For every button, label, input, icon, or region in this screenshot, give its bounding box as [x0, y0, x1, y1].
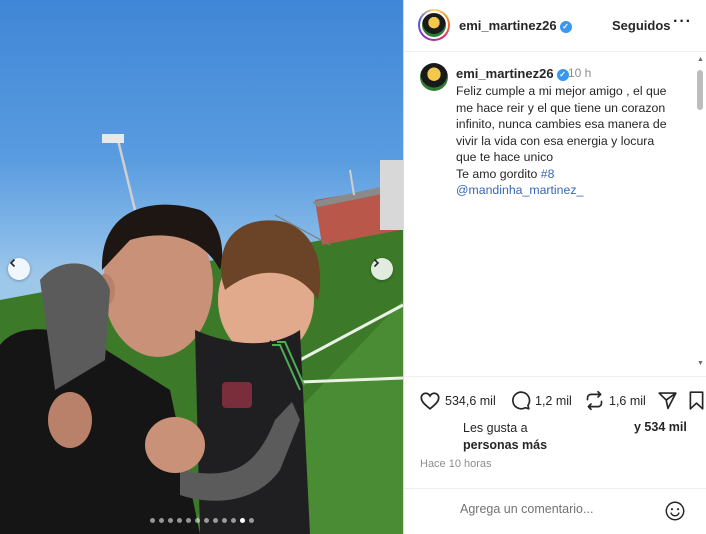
carousel-prev-button[interactable]	[8, 258, 30, 280]
more-options-button[interactable]: ···	[673, 13, 692, 31]
like-count[interactable]: 534,6 mil	[445, 394, 496, 408]
chevron-left-icon	[9, 258, 16, 268]
post-header: emi_martinez26 ✓ Seguidos ···	[404, 0, 706, 52]
carousel-dot[interactable]	[194, 518, 200, 523]
like-button[interactable]: 534,6 mil	[419, 390, 496, 412]
emoji-button[interactable]	[664, 500, 686, 527]
post-side-panel: emi_martinez26 ✓ Seguidos ··· emi_martine…	[403, 0, 706, 534]
carousel-indicator	[0, 518, 403, 523]
caption-scrollbar[interactable]: ▲ ▼	[697, 56, 704, 368]
chevron-right-icon	[373, 258, 380, 268]
scroll-up-icon[interactable]: ▲	[697, 56, 704, 63]
comment-icon	[512, 391, 531, 410]
save-button[interactable]	[687, 390, 706, 411]
repost-icon	[586, 390, 603, 411]
comment-input[interactable]	[460, 502, 650, 516]
caption-avatar[interactable]	[420, 63, 448, 91]
carousel-dot[interactable]	[230, 518, 236, 523]
carousel-dot[interactable]	[176, 518, 182, 523]
author-username-header[interactable]: emi_martinez26 ✓	[459, 18, 572, 33]
carousel-dot[interactable]	[167, 518, 173, 523]
liked-by-count[interactable]: y 534 mil	[634, 420, 687, 434]
comment-count[interactable]: 1,2 mil	[535, 394, 572, 408]
avatar[interactable]	[418, 9, 450, 41]
carousel-dot[interactable]	[149, 518, 155, 523]
caption-line: Feliz cumple a mi mejor amigo , el que	[456, 84, 667, 98]
caption-text: Feliz cumple a mi mejor amigo , el que me…	[456, 83, 684, 199]
caption-username[interactable]: emi_martinez26 ✓	[456, 66, 569, 81]
carousel-dot[interactable]	[158, 518, 164, 523]
carousel-dot[interactable]	[212, 518, 218, 523]
carousel-dot[interactable]	[185, 518, 191, 523]
photo-illustration	[0, 134, 403, 534]
send-icon	[658, 392, 677, 410]
caption-section: emi_martinez26 ✓ 10 h Feliz cumple a mi m…	[404, 53, 706, 375]
username-text[interactable]: emi_martinez26	[459, 18, 557, 33]
scroll-down-icon[interactable]: ▼	[697, 360, 704, 367]
carousel-dot[interactable]	[248, 518, 254, 523]
liked-by-line1: Les gusta a	[463, 421, 528, 435]
emoji-icon	[665, 501, 685, 521]
following-button[interactable]: Seguidos	[612, 18, 671, 33]
heart-icon	[420, 392, 440, 410]
share-button[interactable]	[657, 390, 678, 411]
carousel-dot[interactable]	[203, 518, 209, 523]
post-time: 10 h	[568, 66, 592, 80]
comment-button[interactable]: 1,2 mil	[510, 390, 572, 411]
caption-line: me hace reir y el que tiene un corazon	[456, 100, 666, 115]
carousel-next-button[interactable]	[371, 258, 393, 280]
hashtag-link[interactable]: #8	[541, 167, 555, 181]
scrollbar-thumb[interactable]	[697, 70, 703, 110]
bookmark-icon	[689, 391, 704, 410]
repost-count[interactable]: 1,6 mil	[609, 394, 646, 408]
mention-link[interactable]: @mandinha_martinez_	[456, 182, 684, 199]
liked-by-text[interactable]: Les gusta a personas más	[463, 420, 547, 454]
caption-line: vivir la vida con esa energia y locura	[456, 133, 655, 148]
action-bar: 534,6 mil 1,2 mil 1,6 mil	[404, 376, 706, 411]
carousel-dot[interactable]	[221, 518, 227, 523]
carousel-dot[interactable]	[239, 518, 245, 523]
caption-line: que te hace unico	[456, 150, 554, 164]
verified-badge-icon: ✓	[559, 20, 572, 33]
caption-line: infinito, nunca cambies esa manera de	[456, 117, 667, 131]
comment-bar	[404, 488, 706, 534]
username-text[interactable]: emi_martinez26	[456, 66, 554, 81]
post-date: Hace 10 horas	[420, 458, 492, 470]
liked-by-line2: personas más	[463, 438, 548, 452]
repost-button[interactable]: 1,6 mil	[584, 390, 646, 411]
caption-line: Te amo gordito	[456, 166, 541, 181]
post-photo	[0, 0, 403, 534]
verified-badge-icon: ✓	[556, 68, 569, 81]
